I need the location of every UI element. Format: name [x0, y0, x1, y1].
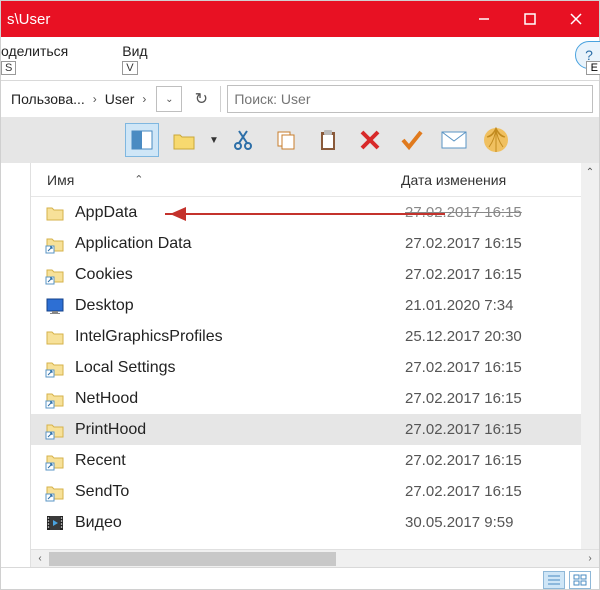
- file-row[interactable]: IntelGraphicsProfiles 25.12.2017 20:30: [31, 321, 599, 352]
- dropdown-icon[interactable]: ▼: [209, 135, 219, 146]
- file-name: Видео: [75, 514, 405, 532]
- ribbon-tabs: оделиться S Вид V ? Е: [1, 37, 599, 81]
- breadcrumb-item[interactable]: Пользова...: [7, 91, 89, 107]
- column-header-name[interactable]: Имя ⌃: [31, 172, 401, 188]
- file-name: NetHood: [75, 390, 405, 408]
- ribbon-tab-label: Вид: [122, 43, 147, 59]
- breadcrumb-item[interactable]: User: [101, 91, 139, 107]
- file-name: Application Data: [75, 235, 405, 253]
- file-row[interactable]: Local Settings 27.02.2017 16:15: [31, 352, 599, 383]
- preview-pane-button[interactable]: [125, 123, 159, 157]
- address-row: Пользова... › User › ⌄ ↻: [1, 81, 599, 117]
- file-date: 27.02.2017 16:15: [405, 483, 599, 500]
- scroll-thumb[interactable]: [49, 552, 336, 566]
- paste-button[interactable]: [311, 123, 345, 157]
- confirm-button[interactable]: [395, 123, 429, 157]
- file-row[interactable]: SendTo 27.02.2017 16:15: [31, 476, 599, 507]
- explorer-window: s\User оделиться S Вид V ? Е Пользова...…: [0, 0, 600, 590]
- shortcut-icon: [45, 420, 65, 440]
- folder-icon: [45, 327, 65, 347]
- refresh-button[interactable]: ↻: [188, 86, 214, 112]
- annotation-arrow: [165, 213, 445, 215]
- ribbon-tab-hotkey: S: [1, 61, 16, 75]
- shortcut-icon: [45, 265, 65, 285]
- content-area: Имя ⌃ Дата изменения AppData 27.02.2017 …: [1, 163, 599, 567]
- file-row[interactable]: Recent 27.02.2017 16:15: [31, 445, 599, 476]
- close-button[interactable]: [553, 1, 599, 37]
- file-name: SendTo: [75, 483, 405, 501]
- shortcut-icon: [45, 482, 65, 502]
- help-hotkey: Е: [586, 61, 600, 75]
- file-date: 30.05.2017 9:59: [405, 514, 599, 531]
- scroll-left-icon[interactable]: ‹: [31, 550, 49, 568]
- column-headers: Имя ⌃ Дата изменения: [31, 163, 599, 197]
- titlebar: s\User: [1, 1, 599, 37]
- chevron-right-icon[interactable]: ›: [138, 92, 150, 106]
- search-input[interactable]: [234, 91, 586, 107]
- maximize-button[interactable]: [507, 1, 553, 37]
- shortcut-icon: [45, 451, 65, 471]
- file-date: 27.02.2017 16:15: [405, 421, 599, 438]
- scroll-right-icon[interactable]: ›: [581, 550, 599, 568]
- file-pane: Имя ⌃ Дата изменения AppData 27.02.2017 …: [31, 163, 599, 567]
- shortcut-icon: [45, 358, 65, 378]
- ribbon-tab-share[interactable]: оделиться S: [1, 41, 82, 59]
- file-date: 27.02.2017 16:15: [405, 452, 599, 469]
- video-icon: [45, 513, 65, 533]
- desktop-icon: [45, 296, 65, 316]
- shell-button[interactable]: [479, 123, 513, 157]
- mail-button[interactable]: [437, 123, 471, 157]
- file-row[interactable]: NetHood 27.02.2017 16:15: [31, 383, 599, 414]
- scroll-up-icon[interactable]: ⌃: [581, 163, 599, 181]
- scroll-track[interactable]: [49, 550, 581, 568]
- file-row[interactable]: Cookies 27.02.2017 16:15: [31, 259, 599, 290]
- column-header-date[interactable]: Дата изменения: [401, 172, 599, 188]
- breadcrumb[interactable]: Пользова... › User ›: [7, 91, 150, 107]
- file-date: 27.02.2017 16:15: [405, 390, 599, 407]
- shortcut-icon: [45, 234, 65, 254]
- file-row[interactable]: PrintHood 27.02.2017 16:15: [31, 414, 599, 445]
- tree-pane[interactable]: [1, 163, 31, 567]
- ribbon-tab-hotkey: V: [122, 61, 137, 75]
- file-name: Desktop: [75, 297, 405, 315]
- file-date: 27.02.2017 16:15: [405, 359, 599, 376]
- shortcut-icon: [45, 389, 65, 409]
- address-dropdown[interactable]: ⌄: [156, 86, 182, 112]
- file-row[interactable]: Desktop 21.01.2020 7:34: [31, 290, 599, 321]
- copy-button[interactable]: [269, 123, 303, 157]
- file-row[interactable]: Видео 30.05.2017 9:59: [31, 507, 599, 538]
- ribbon-tab-label: оделиться: [1, 43, 68, 59]
- toolbar: ▼: [1, 117, 599, 163]
- file-name: PrintHood: [75, 421, 405, 439]
- file-name: IntelGraphicsProfiles: [75, 328, 405, 346]
- vertical-scrollbar[interactable]: ⌃: [581, 163, 599, 549]
- divider: [220, 86, 221, 112]
- column-header-label: Имя: [47, 172, 74, 188]
- sort-chevron-icon: ⌃: [134, 173, 143, 186]
- file-date: 27.02.2017 16:15: [405, 266, 599, 283]
- view-details-button[interactable]: [543, 571, 565, 589]
- chevron-right-icon[interactable]: ›: [89, 92, 101, 106]
- file-date: 27.02.2017 16:15: [405, 235, 599, 252]
- window-title: s\User: [1, 11, 461, 28]
- cut-button[interactable]: [227, 123, 261, 157]
- folder-icon: [45, 203, 65, 223]
- file-row[interactable]: Application Data 27.02.2017 16:15: [31, 228, 599, 259]
- new-folder-button[interactable]: [167, 123, 201, 157]
- search-box[interactable]: [227, 85, 593, 113]
- delete-button[interactable]: [353, 123, 387, 157]
- view-icons-button[interactable]: [569, 571, 591, 589]
- file-rows: AppData 27.02.2017 16:15 Application Dat…: [31, 197, 599, 538]
- minimize-button[interactable]: [461, 1, 507, 37]
- file-date: 25.12.2017 20:30: [405, 328, 599, 345]
- horizontal-scrollbar[interactable]: ‹ ›: [31, 549, 599, 567]
- file-date: 21.01.2020 7:34: [405, 297, 599, 314]
- ribbon-tab-view[interactable]: Вид V: [122, 41, 161, 59]
- file-name: Local Settings: [75, 359, 405, 377]
- file-name: Recent: [75, 452, 405, 470]
- file-name: Cookies: [75, 266, 405, 284]
- status-bar: [1, 567, 599, 590]
